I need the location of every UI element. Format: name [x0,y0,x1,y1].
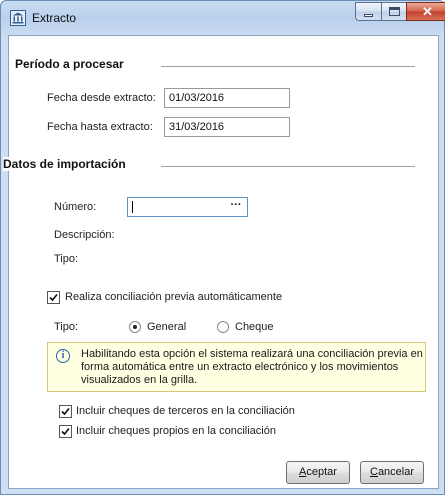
propios-checkbox[interactable] [59,425,72,438]
aceptar-label: ceptar [306,466,337,478]
propios-label[interactable]: Incluir cheques propios en la conciliaci… [76,425,276,437]
section-title-periodo: Período a procesar [15,57,130,71]
radio-general[interactable] [129,321,141,333]
conciliacion-label[interactable]: Realiza conciliación previa automáticame… [65,291,282,303]
cancelar-label: ancelar [377,466,415,478]
section-title-importacion: Datos de importación [3,157,132,171]
maximize-icon [388,7,400,16]
section-divider [161,66,415,67]
bank-icon [10,10,26,26]
descripcion-label: Descripción: [54,229,115,241]
aceptar-button[interactable]: Aceptar [286,461,350,484]
close-icon: ✕ [422,3,433,19]
minimize-icon [364,13,373,17]
terceros-label[interactable]: Incluir cheques de terceros en la concil… [76,405,295,417]
text-caret [132,201,133,213]
check-icon [61,427,70,436]
fecha-desde-label: Fecha desde extracto: [47,92,156,104]
info-line-2: forma automática entre un extracto elect… [81,361,399,373]
cancelar-mnemonic: C [369,466,378,478]
maximize-button[interactable] [381,2,407,21]
minimize-button[interactable] [355,2,382,21]
check-icon [49,293,58,302]
info-panel: i Habilitando esta opción el sistema rea… [47,342,426,392]
info-line-1: Habilitando esta opción el sistema reali… [81,348,423,360]
check-icon [61,407,70,416]
fecha-hasta-label: Fecha hasta extracto: [47,121,153,133]
fecha-hasta-input[interactable]: 31/03/2016 [164,117,290,137]
radio-cheque[interactable] [217,321,229,333]
window-controls: ✕ [355,2,445,22]
fecha-desde-input[interactable]: 01/03/2016 [164,88,290,108]
dialog-content: Período a procesar Fecha desde extracto:… [3,35,439,489]
cancelar-button[interactable]: Cancelar [360,461,424,484]
tipo-info-label: Tipo: [54,253,79,265]
title-bar[interactable]: Extracto ✕ [1,1,445,35]
close-button[interactable]: ✕ [406,2,445,21]
window-title: Extracto [32,11,77,25]
terceros-checkbox[interactable] [59,405,72,418]
info-line-3: visualizados en la grilla. [81,374,198,386]
radio-general-label[interactable]: General [147,321,186,333]
conciliacion-checkbox[interactable] [47,291,60,304]
radio-cheque-label[interactable]: Cheque [235,321,274,333]
dialog-window: Extracto ✕ Período a procesar Fecha desd… [0,0,445,495]
tipo-conciliacion-label: Tipo: [54,321,79,333]
numero-label: Número: [54,201,97,213]
numero-input[interactable]: ··· [127,197,248,217]
browse-button[interactable]: ··· [227,199,245,215]
section-divider [161,166,415,167]
info-icon: i [56,349,70,363]
